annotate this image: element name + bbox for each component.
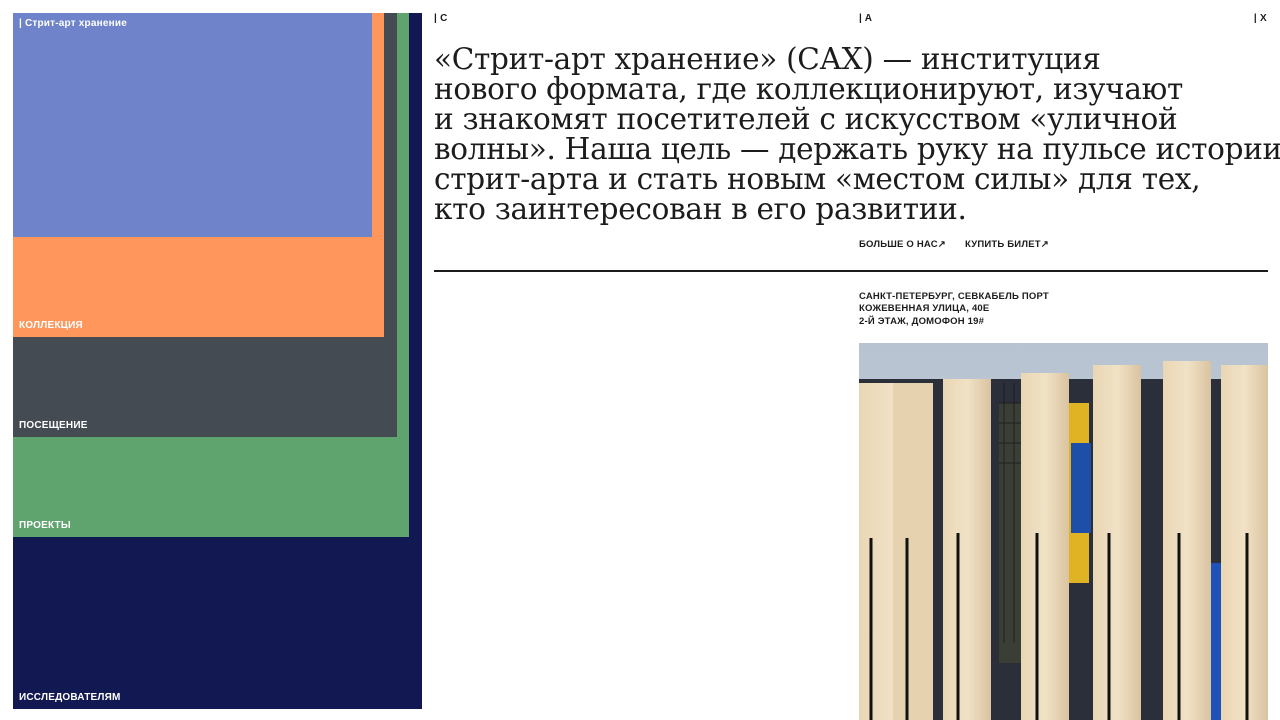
address-line: САНКТ-ПЕТЕРБУРГ, СЕВКАБЕЛЬ ПОРТ <box>859 291 1049 302</box>
nav-research-label: ИССЛЕДОВАТЕЛЯМ <box>19 692 121 703</box>
corner-link-x[interactable]: | X <box>1254 13 1267 24</box>
address-block: САНКТ-ПЕТЕРБУРГ, СЕВКАБЕЛЬ ПОРТ КОЖЕВЕНН… <box>859 291 1049 328</box>
intro-line: и знакомят посетителей с искусством «ули… <box>434 102 1178 136</box>
main-navigation: ИССЛЕДОВАТЕЛЯМ ПРОЕКТЫ ПОСЕЩЕНИЕ КОЛЛЕКЦ… <box>13 13 422 709</box>
section-divider <box>434 270 1268 272</box>
intro-text: «Стрит-арт хранение» (САХ) — институция … <box>434 42 1280 226</box>
corner-link-c[interactable]: | C <box>434 13 448 24</box>
nav-projects-label: ПРОЕКТЫ <box>19 520 71 531</box>
corner-link-a[interactable]: | A <box>859 13 872 24</box>
intro-line: «Стрит-арт хранение» (САХ) — институция <box>434 42 1101 76</box>
intro-line: кто заинтересован в его развитии. <box>434 192 967 226</box>
nav-visit-label: ПОСЕЩЕНИЕ <box>19 420 88 431</box>
site-logo-text: | Стрит-арт хранение <box>19 18 127 29</box>
address-line: КОЖЕВЕННАЯ УЛИЦА, 40Е <box>859 303 990 315</box>
intro-line: нового формата, где коллекционируют, изу… <box>434 72 1184 106</box>
buy-ticket-link[interactable]: КУПИТЬ БИЛЕТ↗ <box>965 239 1049 250</box>
nav-collection-label: КОЛЛЕКЦИЯ <box>19 320 83 331</box>
nav-home[interactable]: | Стрит-арт хранение <box>13 13 372 237</box>
intro-line: волны». Наша цель — держать руку на пуль… <box>434 132 1280 166</box>
storage-photo <box>859 343 1268 720</box>
intro-line: стрит-арта и стать новым «местом силы» д… <box>434 162 1201 196</box>
address-line: 2-Й ЭТАЖ, ДОМОФОН 19# <box>859 315 985 327</box>
more-about-us-link[interactable]: БОЛЬШЕ О НАС↗ <box>859 239 946 250</box>
